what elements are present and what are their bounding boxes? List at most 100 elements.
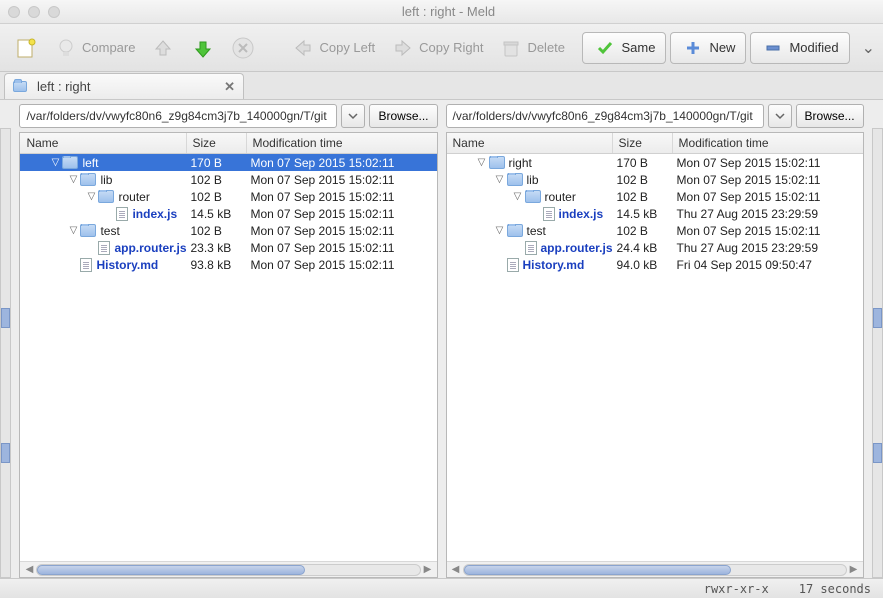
file-name: test	[100, 224, 119, 238]
column-header-size[interactable]: Size	[187, 133, 247, 153]
tree-row[interactable]: index.js14.5 kBThu 27 Aug 2015 23:29:59	[447, 205, 863, 222]
toolbar: Compare Copy Left Copy Right Delete	[0, 24, 883, 72]
file-name: index.js	[132, 207, 177, 221]
toolbar-overflow-icon[interactable]: ⌄	[862, 38, 875, 58]
tree-row[interactable]: ▽lib102 BMon 07 Sep 2015 15:02:11	[447, 171, 863, 188]
filter-new-toggle[interactable]: New	[670, 32, 746, 64]
file-icon	[525, 241, 537, 255]
close-window-icon[interactable]	[8, 6, 20, 18]
tree-row[interactable]: app.router.js24.4 kBThu 27 Aug 2015 23:2…	[447, 239, 863, 256]
file-size: 102 B	[187, 224, 247, 238]
close-tab-icon[interactable]: ✕	[224, 79, 235, 95]
file-mtime: Mon 07 Sep 2015 15:02:11	[247, 207, 437, 221]
plus-icon	[681, 36, 705, 60]
file-mtime: Mon 07 Sep 2015 15:02:11	[247, 224, 437, 238]
file-name: index.js	[559, 207, 604, 221]
expand-arrow-icon[interactable]: ▽	[66, 174, 80, 185]
tree-row[interactable]: ▽test102 BMon 07 Sep 2015 15:02:11	[447, 222, 863, 239]
column-header-time[interactable]: Modification time	[673, 133, 863, 153]
file-name: lib	[100, 173, 112, 187]
filter-modified-toggle[interactable]: Modified	[750, 32, 849, 64]
column-header-size[interactable]: Size	[613, 133, 673, 153]
copy-left-button[interactable]: Copy Left	[285, 32, 381, 64]
file-size: 14.5 kB	[187, 207, 247, 221]
stop-button[interactable]	[225, 32, 261, 64]
tree-row[interactable]: ▽ lib 102 BMon 07 Sep 2015 15:02:11	[20, 171, 436, 188]
file-mtime: Mon 07 Sep 2015 15:02:11	[673, 156, 863, 170]
tab-comparison[interactable]: left : right ✕	[4, 73, 244, 99]
titlebar: left : right - Meld	[0, 0, 883, 24]
expand-arrow-icon[interactable]: ▽	[48, 157, 62, 168]
hscrollbar[interactable]: ◀▶	[20, 561, 436, 577]
file-icon	[507, 258, 519, 272]
tree-row[interactable]: ▽left170 BMon 07 Sep 2015 15:02:11	[20, 154, 436, 171]
expand-arrow-icon[interactable]: ▽	[84, 191, 98, 202]
file-mtime: Mon 07 Sep 2015 15:02:11	[247, 156, 437, 170]
tree-row[interactable]: History.md93.8 kBMon 07 Sep 2015 15:02:1…	[20, 256, 436, 273]
expand-arrow-icon[interactable]: ▽	[493, 225, 507, 236]
tree-row[interactable]: History.md94.0 kBFri 04 Sep 2015 09:50:4…	[447, 256, 863, 273]
tree-row[interactable]: ▽router102 BMon 07 Sep 2015 15:02:11	[447, 188, 863, 205]
document-new-icon	[14, 36, 38, 60]
tabbar: left : right ✕	[0, 72, 883, 100]
file-icon	[80, 258, 92, 272]
status-permissions: rwxr-xr-x	[704, 582, 769, 596]
copy-right-button[interactable]: Copy Right	[385, 32, 489, 64]
down-button[interactable]	[185, 32, 221, 64]
left-tree: NameSizeModification time▽left170 BMon 0…	[19, 132, 437, 578]
tree-row[interactable]: index.js 14.5 kBMon 07 Sep 2015 15:02:11	[20, 205, 436, 222]
right-path-dropdown[interactable]	[768, 104, 792, 128]
file-name: left	[82, 156, 98, 170]
folder-icon	[62, 156, 78, 169]
filter-same-toggle[interactable]: Same	[582, 32, 666, 64]
up-button[interactable]	[145, 32, 181, 64]
new-comparison-button[interactable]	[8, 32, 44, 64]
file-name: app.router.js	[541, 241, 613, 255]
modified-icon	[761, 36, 785, 60]
arrow-up-icon	[151, 36, 175, 60]
column-header-name[interactable]: Name	[447, 133, 613, 153]
right-gutter[interactable]	[872, 128, 883, 578]
expand-arrow-icon[interactable]: ▽	[511, 191, 525, 202]
tree-row[interactable]: ▽ test 102 BMon 07 Sep 2015 15:02:11	[20, 222, 436, 239]
tree-row[interactable]: ▽right170 BMon 07 Sep 2015 15:02:11	[447, 154, 863, 171]
column-header-time[interactable]: Modification time	[247, 133, 437, 153]
expand-arrow-icon[interactable]: ▽	[493, 174, 507, 185]
file-mtime: Mon 07 Sep 2015 15:02:11	[247, 173, 437, 187]
column-header-name[interactable]: Name	[20, 133, 186, 153]
file-size: 102 B	[613, 173, 673, 187]
folder-icon	[489, 156, 505, 169]
file-size: 23.3 kB	[187, 241, 247, 255]
left-browse-button[interactable]: Browse...	[369, 104, 437, 128]
delete-button[interactable]: Delete	[493, 32, 571, 64]
folder-icon	[98, 190, 114, 203]
window-title: left : right - Meld	[22, 4, 875, 19]
tree-row[interactable]: app.router.js23.3 kBMon 07 Sep 2015 15:0…	[20, 239, 436, 256]
file-mtime: Mon 07 Sep 2015 15:02:11	[673, 224, 863, 238]
file-name: test	[527, 224, 546, 238]
left-pane: /var/folders/dv/vwyfc80n6_z9g84cm3j7b_14…	[19, 104, 437, 578]
arrow-down-icon	[191, 36, 215, 60]
file-icon	[543, 207, 555, 221]
left-path-dropdown[interactable]	[341, 104, 365, 128]
folder-icon	[507, 173, 523, 186]
file-size: 24.4 kB	[613, 241, 673, 255]
compare-button[interactable]: Compare	[48, 32, 141, 64]
expand-arrow-icon[interactable]: ▽	[66, 225, 80, 236]
statusbar: rwxr-xr-x 17 seconds	[0, 578, 883, 598]
file-size: 102 B	[187, 173, 247, 187]
right-pane: /var/folders/dv/vwyfc80n6_z9g84cm3j7b_14…	[446, 104, 864, 578]
lightbulb-icon	[54, 36, 78, 60]
arrow-right-icon	[391, 36, 415, 60]
right-path-input[interactable]: /var/folders/dv/vwyfc80n6_z9g84cm3j7b_14…	[446, 104, 764, 128]
stop-icon	[231, 36, 255, 60]
hscrollbar[interactable]: ◀▶	[447, 561, 863, 577]
tree-row[interactable]: ▽router102 BMon 07 Sep 2015 15:02:11	[20, 188, 436, 205]
file-name: router	[545, 190, 576, 204]
file-size: 170 B	[613, 156, 673, 170]
right-browse-button[interactable]: Browse...	[796, 104, 864, 128]
left-gutter[interactable]	[0, 128, 11, 578]
left-path-input[interactable]: /var/folders/dv/vwyfc80n6_z9g84cm3j7b_14…	[19, 104, 337, 128]
expand-arrow-icon[interactable]: ▽	[475, 157, 489, 168]
file-size: 102 B	[187, 190, 247, 204]
